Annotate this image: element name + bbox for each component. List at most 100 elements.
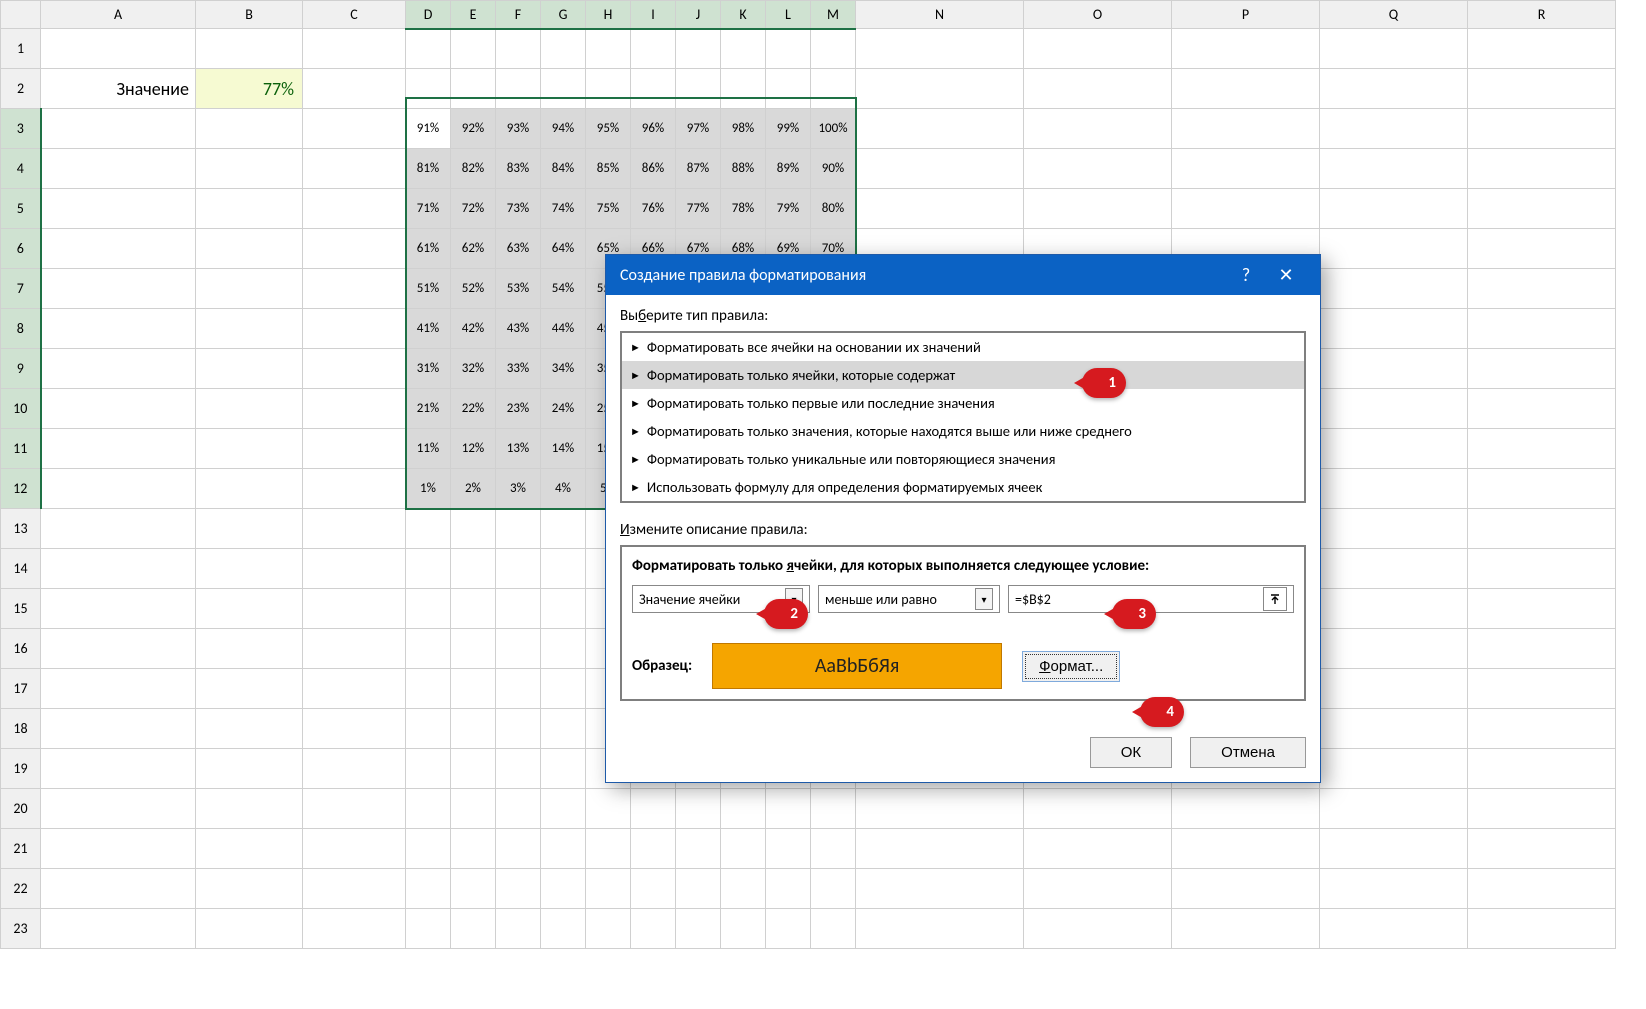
cell[interactable] (41, 269, 196, 309)
cell[interactable] (676, 69, 721, 109)
cell[interactable] (196, 469, 303, 509)
cell[interactable] (811, 869, 856, 909)
cell[interactable] (631, 789, 676, 829)
cell[interactable] (766, 909, 811, 949)
cell[interactable] (41, 389, 196, 429)
pct-cell[interactable]: 51% (406, 269, 451, 309)
cell[interactable] (1468, 229, 1616, 269)
cell[interactable] (196, 269, 303, 309)
cell[interactable] (856, 109, 1024, 149)
cell[interactable] (1024, 149, 1172, 189)
column-header-H[interactable]: H (586, 1, 631, 29)
pct-cell[interactable]: 86% (631, 149, 676, 189)
cell[interactable] (406, 909, 451, 949)
cell[interactable] (41, 429, 196, 469)
cell[interactable] (1320, 109, 1468, 149)
cell[interactable] (303, 709, 406, 749)
cell[interactable] (631, 909, 676, 949)
row-header-23[interactable]: 23 (1, 909, 41, 949)
column-header-I[interactable]: I (631, 1, 676, 29)
cell[interactable] (586, 29, 631, 69)
cell[interactable] (856, 189, 1024, 229)
cell[interactable] (451, 909, 496, 949)
cell[interactable] (41, 229, 196, 269)
pct-cell[interactable]: 13% (496, 429, 541, 469)
rule-type-item[interactable]: ►Форматировать только ячейки, которые со… (622, 361, 1304, 389)
column-header-P[interactable]: P (1172, 1, 1320, 29)
cell[interactable] (586, 789, 631, 829)
pct-cell[interactable]: 52% (451, 269, 496, 309)
cell[interactable] (303, 469, 406, 509)
pct-cell[interactable]: 4% (541, 469, 586, 509)
pct-cell[interactable]: 85% (586, 149, 631, 189)
cell[interactable] (496, 789, 541, 829)
cell[interactable] (41, 789, 196, 829)
cell[interactable] (303, 269, 406, 309)
column-header-N[interactable]: N (856, 1, 1024, 29)
pct-cell[interactable]: 79% (766, 189, 811, 229)
cell[interactable] (196, 629, 303, 669)
cell[interactable] (721, 69, 766, 109)
pct-cell[interactable]: 90% (811, 149, 856, 189)
cell[interactable] (451, 709, 496, 749)
cell[interactable] (196, 909, 303, 949)
cell[interactable] (1320, 629, 1468, 669)
rule-type-list[interactable]: ►Форматировать все ячейки на основании и… (620, 331, 1306, 503)
cell[interactable] (406, 29, 451, 69)
cell[interactable] (41, 669, 196, 709)
cell[interactable] (1024, 189, 1172, 229)
cell[interactable] (1320, 389, 1468, 429)
cell[interactable] (496, 549, 541, 589)
cell[interactable] (406, 69, 451, 109)
cell[interactable] (1172, 869, 1320, 909)
cell[interactable] (303, 189, 406, 229)
pct-cell[interactable]: 14% (541, 429, 586, 469)
cell[interactable] (196, 549, 303, 589)
cell[interactable] (1468, 189, 1616, 229)
cell[interactable] (1468, 749, 1616, 789)
cell[interactable] (196, 109, 303, 149)
pct-cell[interactable]: 100% (811, 109, 856, 149)
cell[interactable] (496, 589, 541, 629)
cell[interactable] (1172, 109, 1320, 149)
cell[interactable] (41, 909, 196, 949)
pct-cell[interactable]: 12% (451, 429, 496, 469)
cell[interactable] (1172, 29, 1320, 69)
cell[interactable] (451, 869, 496, 909)
cell[interactable] (1468, 869, 1616, 909)
cell[interactable] (41, 629, 196, 669)
cell[interactable] (766, 829, 811, 869)
cell[interactable] (766, 29, 811, 69)
cell[interactable] (631, 829, 676, 869)
cell[interactable] (541, 789, 586, 829)
cell[interactable] (811, 829, 856, 869)
pct-cell[interactable]: 74% (541, 189, 586, 229)
pct-cell[interactable]: 84% (541, 149, 586, 189)
cell[interactable] (196, 509, 303, 549)
cell[interactable] (1320, 669, 1468, 709)
cell[interactable] (631, 69, 676, 109)
pct-cell[interactable]: 87% (676, 149, 721, 189)
cell[interactable] (1320, 29, 1468, 69)
cell[interactable] (1468, 909, 1616, 949)
cell[interactable] (41, 29, 196, 69)
row-header-16[interactable]: 16 (1, 629, 41, 669)
pct-cell[interactable]: 78% (721, 189, 766, 229)
label-cell[interactable]: Значение (41, 69, 196, 109)
pct-cell[interactable]: 83% (496, 149, 541, 189)
cell[interactable] (766, 789, 811, 829)
column-header-G[interactable]: G (541, 1, 586, 29)
cell[interactable] (1024, 829, 1172, 869)
cell[interactable] (1320, 909, 1468, 949)
cell[interactable] (303, 29, 406, 69)
rule-type-item[interactable]: ►Форматировать все ячейки на основании и… (622, 333, 1304, 361)
pct-cell[interactable]: 31% (406, 349, 451, 389)
pct-cell[interactable]: 32% (451, 349, 496, 389)
cell[interactable] (1024, 29, 1172, 69)
cell[interactable] (1468, 469, 1616, 509)
cell[interactable] (1320, 709, 1468, 749)
cell[interactable] (196, 429, 303, 469)
cell[interactable] (1320, 509, 1468, 549)
cell[interactable] (856, 149, 1024, 189)
pct-cell[interactable]: 77% (676, 189, 721, 229)
